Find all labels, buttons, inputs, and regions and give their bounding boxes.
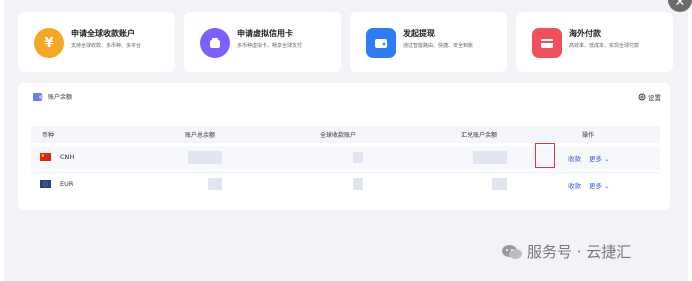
card-title: 发起提现	[403, 29, 435, 38]
collect-link[interactable]: 收款	[568, 153, 581, 163]
collect-link[interactable]: 收款	[568, 180, 581, 190]
more-dropdown[interactable]: 更多 ⌄	[589, 153, 610, 163]
card-virtual-card[interactable]: 申请虚拟信用卡 多币种虚拟卡，畅享全球支付	[184, 12, 341, 72]
table-row: CNH 收款 更多 ⌄	[31, 146, 660, 170]
watermark: 服务号 · 云捷汇	[501, 241, 631, 262]
card-desc: 高效率、低成本、实现全球付款	[569, 43, 640, 49]
chevron-down-icon: ⌄	[604, 182, 610, 190]
cn-flag-icon	[40, 153, 51, 161]
card-desc: 多币种虚拟卡，畅享全球支付	[237, 43, 303, 49]
column-header: 全球收款账户	[320, 132, 357, 139]
exchange-balance	[473, 151, 507, 164]
table-header: 币种 账户总余额 全球收款账户 汇兑账户余额 操作	[31, 126, 660, 143]
more-label: 更多	[589, 182, 602, 190]
eu-flag-icon	[40, 180, 51, 188]
more-dropdown[interactable]: 更多 ⌄	[589, 180, 610, 190]
watermark-text: 服务号 · 云捷汇	[527, 243, 632, 261]
wallet-icon	[33, 93, 43, 101]
exchange-balance	[492, 178, 507, 190]
card-desc: 通过智能路由、快捷、安全到账	[403, 43, 474, 49]
card-icon	[200, 28, 230, 58]
card-desc: 支持全球收款、多币种、多平台	[71, 43, 142, 49]
column-header: 账户总余额	[185, 132, 216, 139]
settings-button[interactable]: 设置	[638, 92, 661, 102]
bank-card-icon	[532, 28, 562, 58]
account-balance-panel: 账户余额 设置 币种 账户总余额 全球收款账户 汇兑账户余额 操作 CNH 收款…	[18, 83, 670, 210]
card-title: 申请全球收款账户	[71, 29, 135, 38]
panel-title: 账户余额	[48, 94, 73, 101]
total-balance	[188, 151, 222, 164]
more-label: 更多	[589, 155, 602, 163]
wallet-icon	[366, 28, 396, 58]
card-title: 海外付款	[569, 29, 601, 38]
currency-code: EUR	[60, 180, 74, 188]
highlight-box	[535, 143, 555, 168]
column-header: 操作	[582, 132, 595, 139]
card-withdraw[interactable]: 发起提现 通过智能路由、快捷、安全到账	[350, 12, 507, 72]
settings-label: 设置	[648, 94, 661, 102]
chevron-down-icon: ⌄	[604, 155, 610, 163]
card-apply-account[interactable]: ¥ 申请全球收款账户 支持全球收款、多币种、多平台	[18, 12, 175, 72]
total-balance	[208, 178, 222, 190]
coin-icon: ¥	[34, 28, 64, 58]
column-header: 汇兑账户余额	[461, 132, 498, 139]
currency-code: CNH	[60, 153, 75, 161]
card-overseas-payment[interactable]: 海外付款 高效率、低成本、实现全球付款	[516, 12, 673, 72]
global-collection-balance	[353, 178, 363, 190]
card-title: 申请虚拟信用卡	[237, 29, 293, 38]
wechat-icon	[502, 244, 522, 259]
table-row: EUR 收款 更多 ⌄	[31, 172, 660, 196]
gear-icon	[638, 93, 646, 101]
column-header: 币种	[42, 132, 55, 139]
global-collection-balance	[353, 152, 363, 163]
